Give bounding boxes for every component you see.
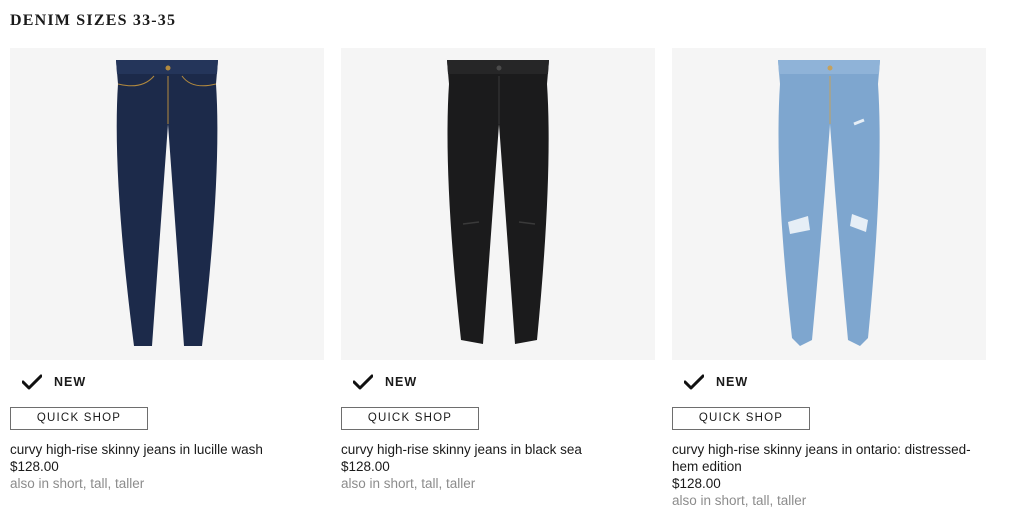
new-badge: NEW [22, 373, 324, 391]
product-variants: also in short, tall, taller [672, 493, 807, 508]
product-card: NEW QUICK SHOP curvy high-rise skinny je… [341, 48, 655, 492]
product-image[interactable] [672, 48, 986, 360]
product-image[interactable] [10, 48, 324, 360]
product-name[interactable]: curvy high-rise skinny jeans in lucille … [10, 441, 324, 458]
product-price: $128.00 [341, 459, 390, 474]
badge-label: NEW [385, 375, 418, 389]
quick-shop-button[interactable]: QUICK SHOP [672, 407, 810, 430]
new-badge: NEW [353, 373, 655, 391]
black-jeans-image [447, 60, 549, 344]
quick-shop-button[interactable]: QUICK SHOP [341, 407, 479, 430]
product-variants: also in short, tall, taller [10, 476, 145, 491]
product-variants: also in short, tall, taller [341, 476, 476, 491]
product-name[interactable]: curvy high-rise skinny jeans in black se… [341, 441, 655, 458]
product-price: $128.00 [10, 459, 59, 474]
light-wash-distressed-jeans-image [778, 60, 880, 346]
checkmark-icon [22, 374, 42, 390]
product-price: $128.00 [672, 476, 721, 491]
checkmark-icon [684, 374, 704, 390]
quick-shop-button[interactable]: QUICK SHOP [10, 407, 148, 430]
product-image[interactable] [341, 48, 655, 360]
product-card: NEW QUICK SHOP curvy high-rise skinny je… [672, 48, 986, 509]
badge-label: NEW [54, 375, 87, 389]
badge-label: NEW [716, 375, 749, 389]
new-badge: NEW [684, 373, 986, 391]
checkmark-icon [353, 374, 373, 390]
product-name[interactable]: curvy high-rise skinny jeans in ontario:… [672, 441, 986, 475]
product-card: NEW QUICK SHOP curvy high-rise skinny je… [10, 48, 324, 492]
section-title: DENIM SIZES 33-35 [10, 12, 177, 29]
dark-rinse-jeans-image [116, 60, 218, 346]
